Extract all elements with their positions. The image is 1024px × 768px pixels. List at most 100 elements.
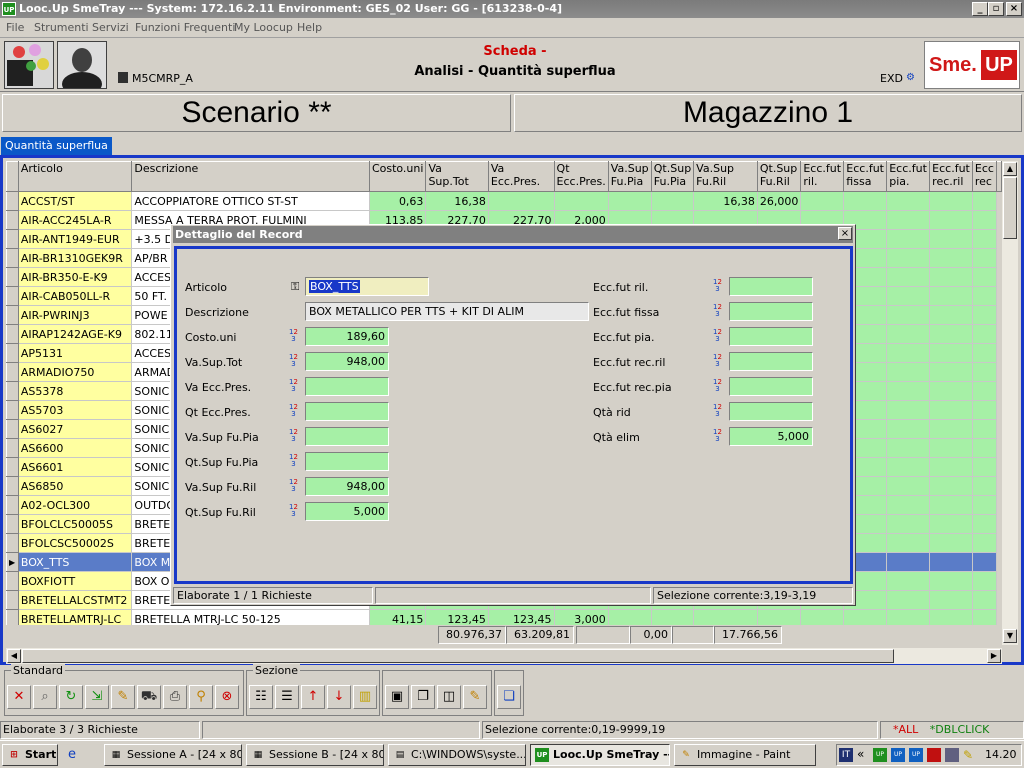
cell-value[interactable]: 16,38 [425,191,489,211]
cell-value[interactable] [929,533,973,553]
cell-value[interactable] [886,324,931,344]
row-indicator[interactable] [6,400,19,420]
cell-articolo[interactable]: BRETELLALCSTMT2 [17,590,133,610]
cell-value[interactable] [843,191,888,211]
menu-my-loocup[interactable]: My Loocup [234,21,293,34]
column-header[interactable]: Articolo [17,161,133,192]
cell-value[interactable] [929,476,973,496]
column-header[interactable]: Ecc.fut ril. [800,161,845,192]
row-indicator[interactable] [6,533,19,553]
table-row[interactable]: ACCST/ST ACCOPPIATORE OTTICO ST-ST 0,63 16,… [6,191,1002,211]
cell-value[interactable] [971,210,998,230]
scroll-up-icon[interactable]: ▲ [1003,162,1017,176]
menu-help[interactable]: Help [297,21,322,34]
cell-value[interactable] [971,286,998,306]
task-sessione-b[interactable]: ▦ Sessione B - [24 x 80] [246,744,384,766]
scroll-right-icon[interactable]: ▶ [987,649,1001,663]
scroll-down-icon[interactable]: ▼ [1003,629,1017,643]
cell-value[interactable]: 3,000 [553,609,609,625]
task-sessione-a[interactable]: ▦ Sessione A - [24 x 80] [104,744,242,766]
cell-value[interactable] [886,267,931,287]
cell-value[interactable] [929,210,973,230]
articolo-field[interactable]: BOX_TTS [305,277,429,296]
cell-value[interactable] [971,400,998,420]
column-header[interactable]: Va Ecc.Pres. [487,161,555,192]
vertical-scrollbar[interactable]: ▲ ▼ [1002,161,1018,645]
cell-value[interactable] [929,191,973,211]
column-header[interactable]: Va Sup.Tot [425,161,489,192]
cell-value[interactable] [971,609,998,625]
column-header[interactable]: Qt.Sup Fu.Pia [650,161,695,192]
numeric-field[interactable] [729,352,813,371]
numeric-field[interactable] [305,377,389,396]
cell-descrizione[interactable]: ACCOPPIATORE OTTICO ST-ST [131,191,370,211]
cell-value[interactable] [886,286,931,306]
row-indicator[interactable] [6,362,19,382]
cell-value[interactable] [929,495,973,515]
row-indicator[interactable] [6,305,19,325]
cell-articolo[interactable]: AIRAP1242AGE-K9 [17,324,133,344]
cell-value[interactable] [886,343,931,363]
numeric-field[interactable] [305,427,389,446]
cell-value[interactable] [607,191,652,211]
cell-value[interactable] [971,476,998,496]
window-icon[interactable]: ◫ [437,685,461,709]
cell-value[interactable] [553,191,609,211]
row-indicator[interactable] [6,495,19,515]
cell-value[interactable] [971,381,998,401]
cell-value[interactable] [971,533,998,553]
cell-value[interactable] [929,457,973,477]
row-indicator[interactable] [6,438,19,458]
row-indicator[interactable] [6,191,19,211]
numeric-field[interactable]: 189,60 [305,327,389,346]
menu-servizi[interactable]: Servizi [92,21,129,34]
edit-icon[interactable]: ✎ [111,685,135,709]
cell-value[interactable] [971,248,998,268]
cell-value[interactable] [800,191,845,211]
print-icon[interactable]: ⎙ [163,685,187,709]
numeric-field[interactable] [305,402,389,421]
cart-icon[interactable]: ⛟ [137,685,161,709]
cell-value[interactable] [843,609,888,625]
cell-articolo[interactable]: AIR-BR350-E-K9 [17,267,133,287]
cell-value[interactable] [886,476,931,496]
column-header[interactable]: Ecc.fut fissa [843,161,888,192]
horizontal-scrollbar[interactable]: ◀ ▶ [6,648,1002,664]
dialog-close-button[interactable]: × [838,227,852,240]
cell-value[interactable] [929,609,973,625]
cell-value[interactable]: 16,38 [693,191,758,211]
vertical-scroll-thumb[interactable] [1003,177,1017,239]
tree-icon[interactable]: ☷ [249,685,273,709]
cell-value[interactable]: 123,45 [487,609,555,625]
numeric-field[interactable] [729,277,813,296]
cell-value[interactable] [929,305,973,325]
cell-value[interactable] [929,552,973,572]
cell-value[interactable] [929,324,973,344]
menu-funzioni-frequenti[interactable]: Funzioni Frequenti [135,21,235,34]
cell-articolo[interactable]: AIR-ACC245LA-R [17,210,133,230]
row-indicator[interactable] [6,609,19,625]
clipboard-icon[interactable]: ❏ [497,685,521,709]
cell-value[interactable] [929,229,973,249]
cell-value[interactable] [487,191,555,211]
cell-value[interactable] [971,457,998,477]
cell-value[interactable] [929,362,973,382]
tray-expand-icon[interactable]: « [857,747,864,761]
column-header[interactable]: Va.Sup Fu.Ril [693,161,758,192]
cell-value[interactable] [886,514,931,534]
row-indicator[interactable] [6,419,19,439]
cell-value[interactable] [971,438,998,458]
cell-articolo[interactable]: A02-OCL300 [17,495,133,515]
column-header[interactable]: Ecc.fut rec.ril [929,161,973,192]
tray-up-blue-icon[interactable]: UP [891,748,905,762]
row-indicator[interactable] [6,286,19,306]
cell-articolo[interactable]: AS6600 [17,438,133,458]
cell-value[interactable] [886,609,931,625]
row-indicator[interactable] [6,324,19,344]
cell-value[interactable] [886,191,931,211]
list-icon[interactable]: ☰ [275,685,299,709]
export-icon[interactable]: ⇲ [85,685,109,709]
numeric-field[interactable]: 948,00 [305,352,389,371]
cell-articolo[interactable]: BFOLCLC50005S [17,514,133,534]
arrow-down-icon[interactable]: ↓ [327,685,351,709]
